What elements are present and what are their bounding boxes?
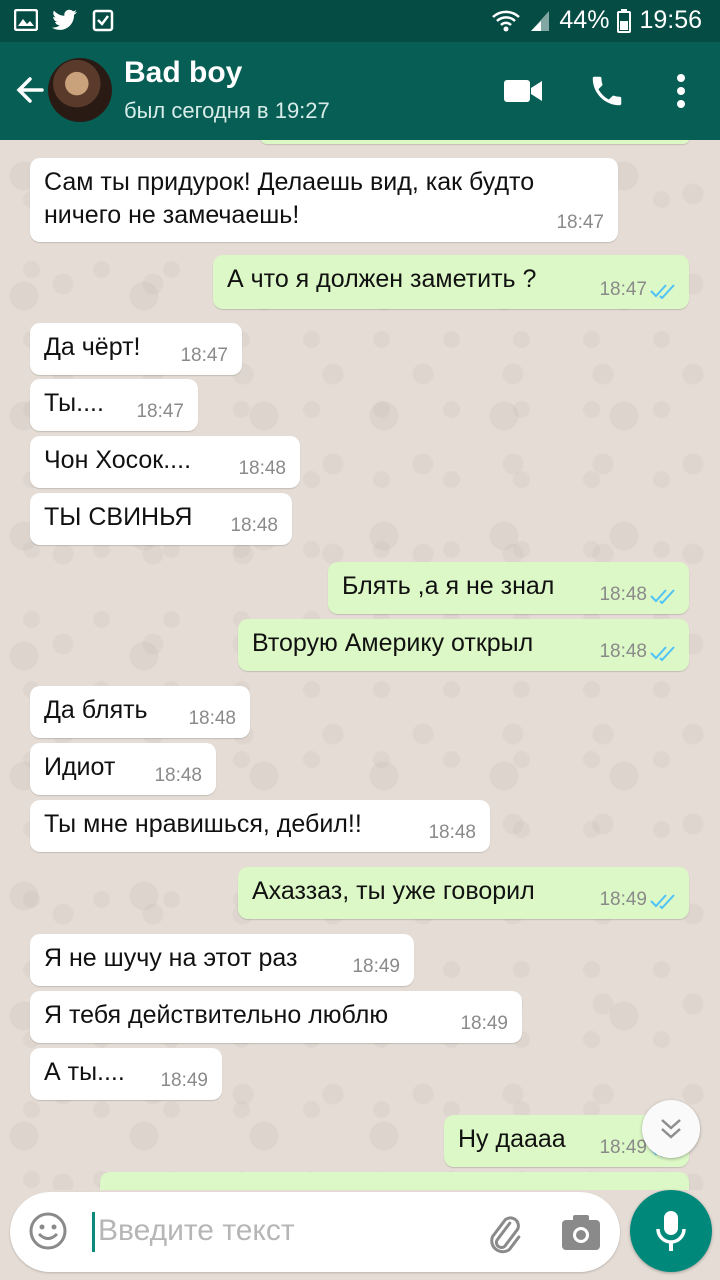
emoji-icon[interactable]	[28, 1211, 68, 1251]
message-bubble-in[interactable]: Я тебя действительно люблю 18:49	[30, 991, 522, 1043]
message-text: Блять ,а я не знал	[342, 572, 555, 600]
message-list[interactable]: Сам ты придурок! Делаешь вид, как будто н…	[0, 140, 720, 1190]
message-time: 18:47	[136, 401, 184, 422]
message-time: 18:47	[180, 345, 228, 366]
message-text: Чон Хосок....	[44, 446, 192, 474]
message-time: 18:47	[599, 279, 647, 300]
message-input[interactable]: Введите текст	[98, 1214, 295, 1248]
message-time: 18:49	[352, 956, 400, 977]
message-composer: Введите текст	[10, 1192, 620, 1272]
message-bubble-out[interactable]: Ахаззаз, ты уже говорил 18:49	[238, 867, 689, 919]
message-text: Ахаззаз, ты уже говорил	[252, 877, 535, 905]
wifi-icon	[492, 10, 521, 31]
message-bubble-in[interactable]: Я не шучу на этот раз 18:49	[30, 934, 414, 986]
status-bar: 44% 19:56	[0, 0, 720, 42]
system-status: 44% 19:56	[491, 6, 702, 35]
battery-percent: 44%	[559, 6, 610, 34]
message-time: 18:49	[599, 889, 647, 910]
message-bubble-out[interactable]: Вторую Америку открыл 18:48	[238, 619, 689, 671]
message-bubble-partial	[100, 1172, 689, 1190]
message-text: Ну даааа	[458, 1125, 566, 1153]
battery-icon	[617, 8, 632, 33]
avatar[interactable]	[48, 58, 112, 122]
text-caret	[92, 1212, 95, 1252]
phone-icon[interactable]	[588, 72, 626, 110]
message-text: Ты мне нравишься, дебил!!	[44, 810, 362, 838]
message-text: Вторую Америку открыл	[252, 629, 534, 657]
message-text: А ты....	[44, 1058, 125, 1086]
message-time: 18:49	[160, 1070, 208, 1091]
mic-button[interactable]	[630, 1190, 712, 1272]
notification-icons	[14, 8, 114, 32]
message-time: 18:48	[230, 515, 278, 536]
more-icon[interactable]	[676, 74, 686, 108]
message-text: А что я должен заметить ?	[227, 265, 537, 293]
message-bubble-in[interactable]: Ты мне нравишься, дебил!! 18:48	[30, 800, 490, 852]
read-ticks-icon	[650, 894, 675, 909]
read-ticks-icon	[650, 646, 675, 661]
message-time: 18:48	[154, 765, 202, 786]
chevron-down-icon	[661, 1119, 681, 1139]
message-text: Я не шучу на этот раз	[44, 944, 298, 972]
video-call-icon[interactable]	[504, 78, 544, 104]
image-icon	[14, 9, 38, 31]
message-bubble-in[interactable]: Чон Хосок.... 18:48	[30, 436, 300, 488]
message-text: Идиот	[44, 753, 116, 781]
signal-icon	[531, 10, 550, 31]
message-text: Сам ты придурок! Делаешь вид, как будто н…	[44, 168, 535, 229]
message-bubble-in[interactable]: Сам ты придурок! Делаешь вид, как будто н…	[30, 158, 618, 242]
message-bubble-in[interactable]: Идиот 18:48	[30, 743, 216, 795]
checkbox-icon	[92, 9, 114, 32]
message-time: 18:48	[428, 822, 476, 843]
message-bubble-in[interactable]: А ты.... 18:49	[30, 1048, 222, 1100]
clock: 19:56	[639, 6, 702, 34]
message-bubble-in[interactable]: Да блять 18:48	[30, 686, 250, 738]
read-ticks-icon	[650, 284, 675, 299]
contact-name[interactable]: Bad boy	[124, 56, 242, 90]
attach-icon[interactable]	[484, 1210, 524, 1254]
back-arrow-icon[interactable]	[12, 72, 48, 108]
chat-header: Bad boy был сегодня в 19:27	[0, 42, 720, 140]
message-time: 18:48	[238, 458, 286, 479]
message-text: Да чёрт!	[44, 333, 141, 361]
message-bubble-out[interactable]: Блять ,а я не знал 18:48	[328, 562, 689, 614]
message-time: 18:49	[599, 1137, 647, 1158]
message-time: 18:49	[460, 1013, 508, 1034]
message-time: 18:48	[599, 584, 647, 605]
message-bubble-in[interactable]: ТЫ СВИНЬЯ 18:48	[30, 493, 292, 545]
last-seen: был сегодня в 19:27	[124, 98, 330, 123]
scroll-to-bottom-button[interactable]	[642, 1100, 700, 1158]
message-text: Да блять	[44, 696, 148, 724]
message-time: 18:48	[599, 641, 647, 662]
read-ticks-icon	[650, 589, 675, 604]
message-bubble-partial	[260, 140, 690, 144]
message-text: Ты....	[44, 389, 104, 417]
message-bubble-in[interactable]: Да чёрт! 18:47	[30, 323, 242, 375]
message-text: ТЫ СВИНЬЯ	[44, 503, 193, 531]
message-bubble-in[interactable]: Ты.... 18:47	[30, 379, 198, 431]
twitter-icon	[52, 9, 77, 30]
camera-icon[interactable]	[560, 1212, 602, 1252]
message-bubble-out[interactable]: А что я должен заметить ? 18:47	[213, 255, 689, 309]
mic-icon	[656, 1211, 686, 1251]
message-text: Я тебя действительно люблю	[44, 1001, 389, 1029]
message-time: 18:47	[556, 212, 604, 233]
message-time: 18:48	[188, 708, 236, 729]
